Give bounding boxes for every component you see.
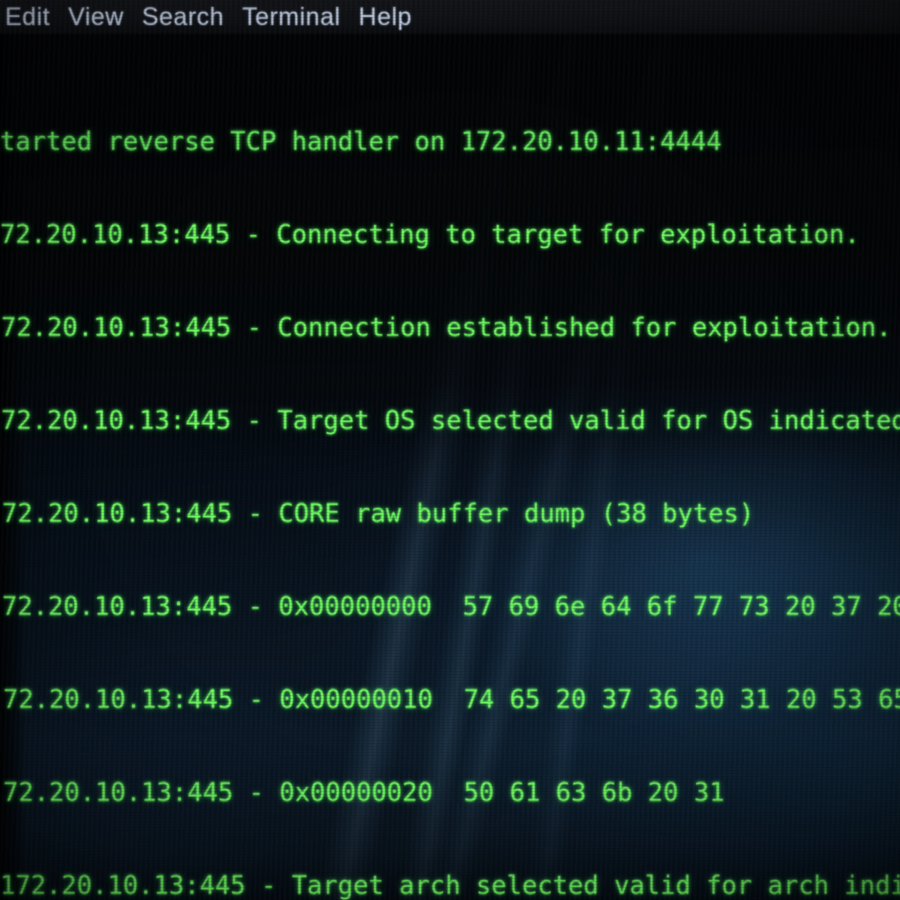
- menu-item-search[interactable]: Search: [133, 3, 233, 32]
- menu-item-edit[interactable]: Edit: [0, 3, 59, 32]
- terminal-line: 72.20.10.13:445 - 0x00000020 50 61 63 6b…: [0, 778, 900, 809]
- line-text: 72.20.10.13:445 - 0x00000000 57 69 6e 64…: [2, 592, 900, 622]
- line-text: 172.20.10.13:445 - Target arch selected …: [0, 871, 900, 900]
- menu-item-terminal[interactable]: Terminal: [233, 3, 349, 32]
- terminal-line: 172.20.10.13:445 - Target arch selected …: [0, 871, 900, 900]
- menu-bar: Edit View Search Terminal Help: [0, 0, 900, 34]
- line-text: 72.20.10.13:445 - Target OS selected val…: [1, 406, 900, 436]
- terminal-line: 72.20.10.13:445 - Connecting to target f…: [0, 220, 900, 251]
- menu-item-view[interactable]: View: [59, 3, 133, 32]
- terminal-line: 72.20.10.13:445 - 0x00000000 57 69 6e 64…: [0, 592, 900, 623]
- line-text: 72.20.10.13:445 - CORE raw buffer dump (…: [2, 499, 755, 529]
- terminal-line: 72.20.10.13:445 - Connection established…: [0, 313, 900, 344]
- terminal-line: 72.20.10.13:445 - Target OS selected val…: [0, 406, 900, 437]
- terminal-line: 72.20.10.13:445 - CORE raw buffer dump (…: [0, 499, 900, 530]
- line-text: tarted reverse TCP handler on 172.20.10.…: [0, 127, 722, 157]
- terminal-line: 72.20.10.13:445 - 0x00000010 74 65 20 37…: [0, 685, 900, 716]
- menu-item-help[interactable]: Help: [350, 3, 421, 32]
- terminal-screenshot: Edit View Search Terminal Help tarted re…: [0, 0, 900, 900]
- terminal-output[interactable]: tarted reverse TCP handler on 172.20.10.…: [0, 34, 900, 900]
- line-text: 72.20.10.13:445 - 0x00000020 50 61 63 6b…: [3, 778, 725, 808]
- line-text: 72.20.10.13:445 - Connecting to target f…: [0, 220, 860, 250]
- terminal-line: tarted reverse TCP handler on 172.20.10.…: [0, 127, 900, 158]
- line-text: 72.20.10.13:445 - Connection established…: [1, 313, 892, 343]
- line-text: 72.20.10.13:445 - 0x00000010 74 65 20 37…: [3, 685, 900, 715]
